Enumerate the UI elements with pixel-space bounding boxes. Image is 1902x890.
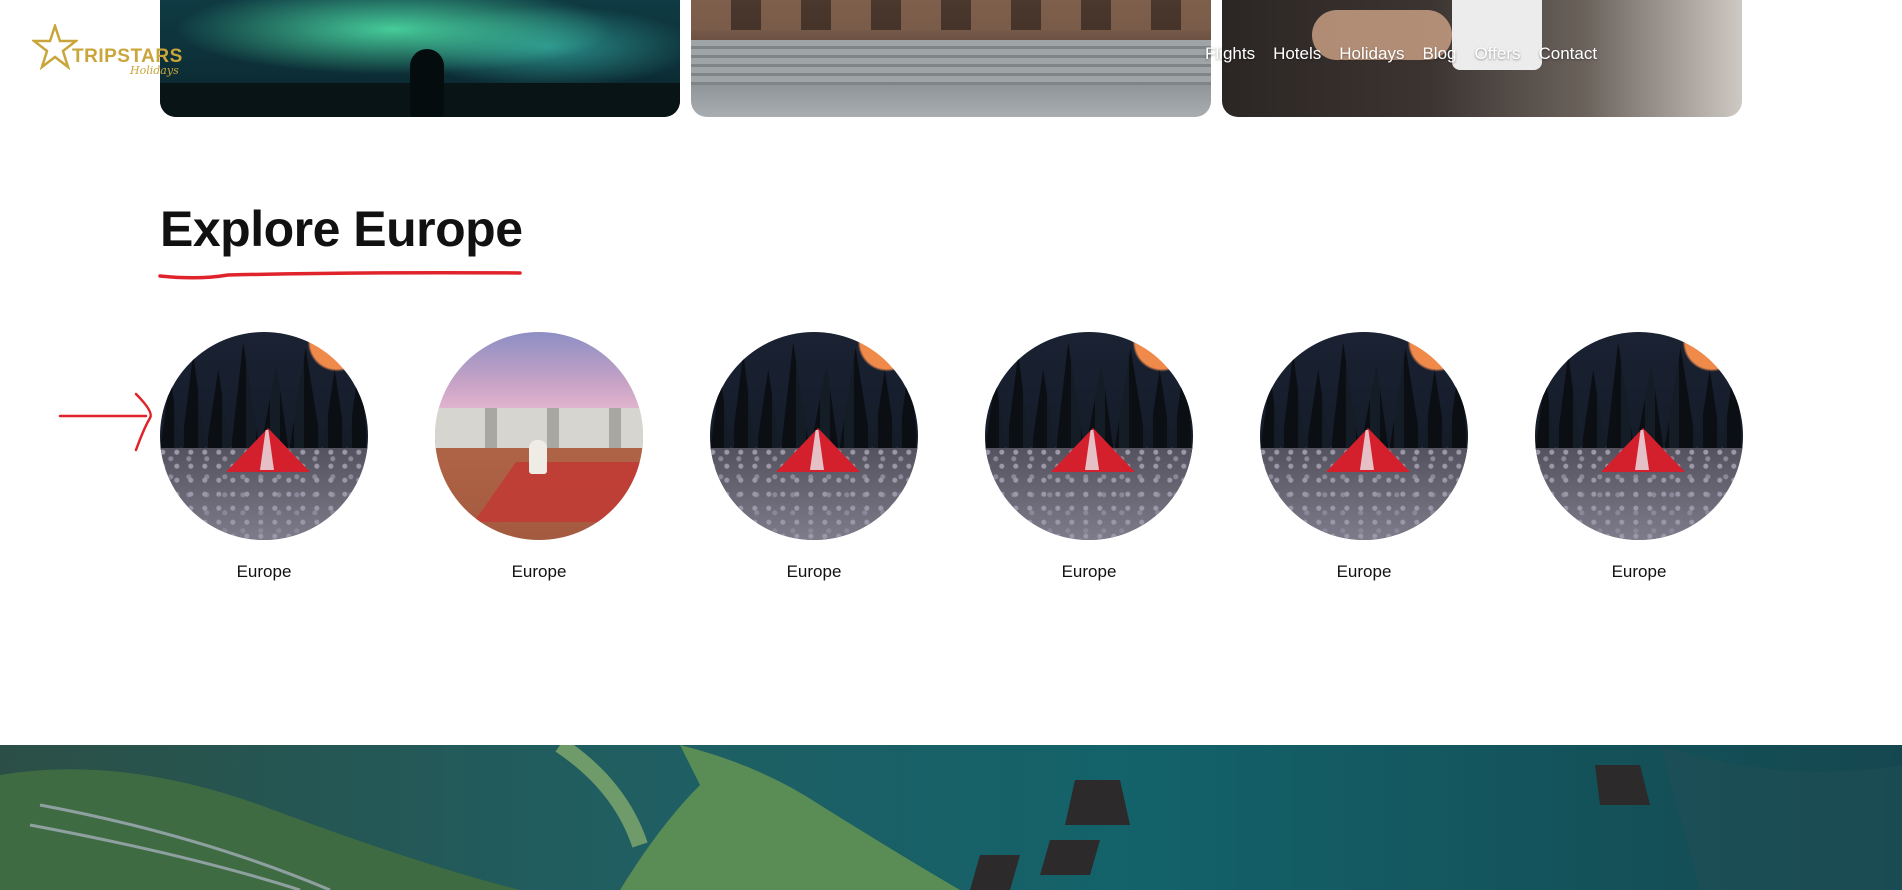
aerial-banner-image bbox=[0, 745, 1902, 890]
building-stairs bbox=[691, 40, 1211, 85]
destination-label[interactable]: Europe bbox=[434, 562, 644, 582]
carpet-figure bbox=[473, 462, 643, 522]
destination-label[interactable]: Europe bbox=[984, 562, 1194, 582]
destination-label[interactable]: Europe bbox=[1534, 562, 1744, 582]
nav-hotels[interactable]: Hotels bbox=[1273, 44, 1321, 64]
destination-card[interactable]: Europe bbox=[709, 332, 919, 582]
aurora-image-card[interactable] bbox=[160, 0, 680, 117]
title-underline bbox=[158, 271, 522, 280]
building-facade bbox=[691, 0, 1211, 30]
arrow-right-icon bbox=[58, 392, 152, 452]
destination-card[interactable]: Europe bbox=[984, 332, 1194, 582]
lamp-figure bbox=[529, 440, 547, 474]
destination-image[interactable] bbox=[435, 332, 643, 540]
section-title: Explore Europe bbox=[160, 201, 523, 257]
destination-card[interactable]: Europe bbox=[1534, 332, 1744, 582]
destination-label[interactable]: Europe bbox=[159, 562, 369, 582]
destination-image[interactable] bbox=[1260, 332, 1468, 540]
nav-blog[interactable]: Blog bbox=[1422, 44, 1456, 64]
nav-flights[interactable]: Flights bbox=[1205, 44, 1255, 64]
brand-tagline: Holidays bbox=[130, 64, 179, 77]
destination-card[interactable]: Europe bbox=[434, 332, 644, 582]
destination-card[interactable]: Europe bbox=[159, 332, 369, 582]
destination-label[interactable]: Europe bbox=[709, 562, 919, 582]
nav-offers[interactable]: Offers bbox=[1475, 44, 1521, 64]
nav-contact[interactable]: Contact bbox=[1538, 44, 1597, 64]
destination-label[interactable]: Europe bbox=[1259, 562, 1469, 582]
destination-image[interactable] bbox=[710, 332, 918, 540]
main-nav: Flights Hotels Holidays Blog Offers Cont… bbox=[1205, 44, 1597, 64]
destination-card[interactable]: Europe bbox=[1259, 332, 1469, 582]
destination-image[interactable] bbox=[985, 332, 1193, 540]
destination-image[interactable] bbox=[160, 332, 368, 540]
nav-holidays[interactable]: Holidays bbox=[1339, 44, 1404, 64]
building-image-card[interactable] bbox=[691, 0, 1211, 117]
brand-logo[interactable]: TRIPSTARS Holidays bbox=[32, 24, 182, 80]
destination-image[interactable] bbox=[1535, 332, 1743, 540]
person-silhouette bbox=[410, 49, 444, 117]
